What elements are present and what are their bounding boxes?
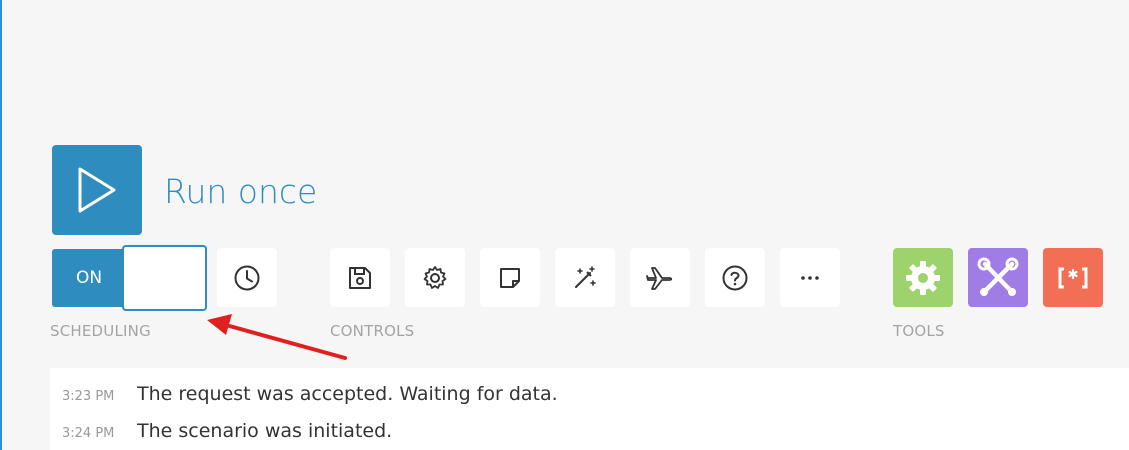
settings-button[interactable] [405,248,465,307]
log-entry: 3:24 PM The scenario was initiated. [62,420,392,442]
explain-flow-button[interactable] [630,248,690,307]
clock-icon [234,265,260,290]
scheduling-group-label: SCHEDULING [50,322,151,340]
schedule-settings-button[interactable] [217,248,277,307]
question-icon [722,265,748,290]
log-text: The request was accepted. Waiting for da… [137,383,558,405]
more-icon [801,275,819,280]
wrench-cross-icon [977,257,1019,296]
more-button[interactable] [780,248,840,307]
log-text: The scenario was initiated. [137,420,393,442]
help-button[interactable] [705,248,765,307]
log-time: 3:24 PM [62,426,115,441]
airplane-icon [646,266,673,290]
auto-align-button[interactable] [555,248,615,307]
magic-wand-icon [575,265,596,288]
log-panel: 3:23 PM The request was accepted. Waitin… [50,368,1129,450]
run-once-button[interactable] [52,145,142,235]
run-once-label[interactable]: Run once [164,172,317,211]
tools-group-label: TOOLS [893,322,945,340]
scheduling-toggle-on[interactable]: ON [52,249,126,307]
gear-icon [906,260,940,295]
controls-group-label: CONTROLS [330,322,415,340]
text-parser-button[interactable] [1043,248,1103,307]
save-icon [349,266,371,289]
bracket-asterisk-icon [1058,267,1088,288]
note-icon [500,267,520,288]
left-edge-bar [0,0,2,450]
log-entry: 3:23 PM The request was accepted. Waitin… [62,383,558,405]
flow-control-button[interactable] [968,248,1028,307]
save-button[interactable] [330,248,390,307]
scheduling-toggle-knob[interactable] [122,245,207,311]
play-icon [78,167,116,213]
log-time: 3:23 PM [62,389,115,404]
gear-icon [423,265,447,289]
tools-button[interactable] [893,248,953,307]
notes-button[interactable] [480,248,540,307]
